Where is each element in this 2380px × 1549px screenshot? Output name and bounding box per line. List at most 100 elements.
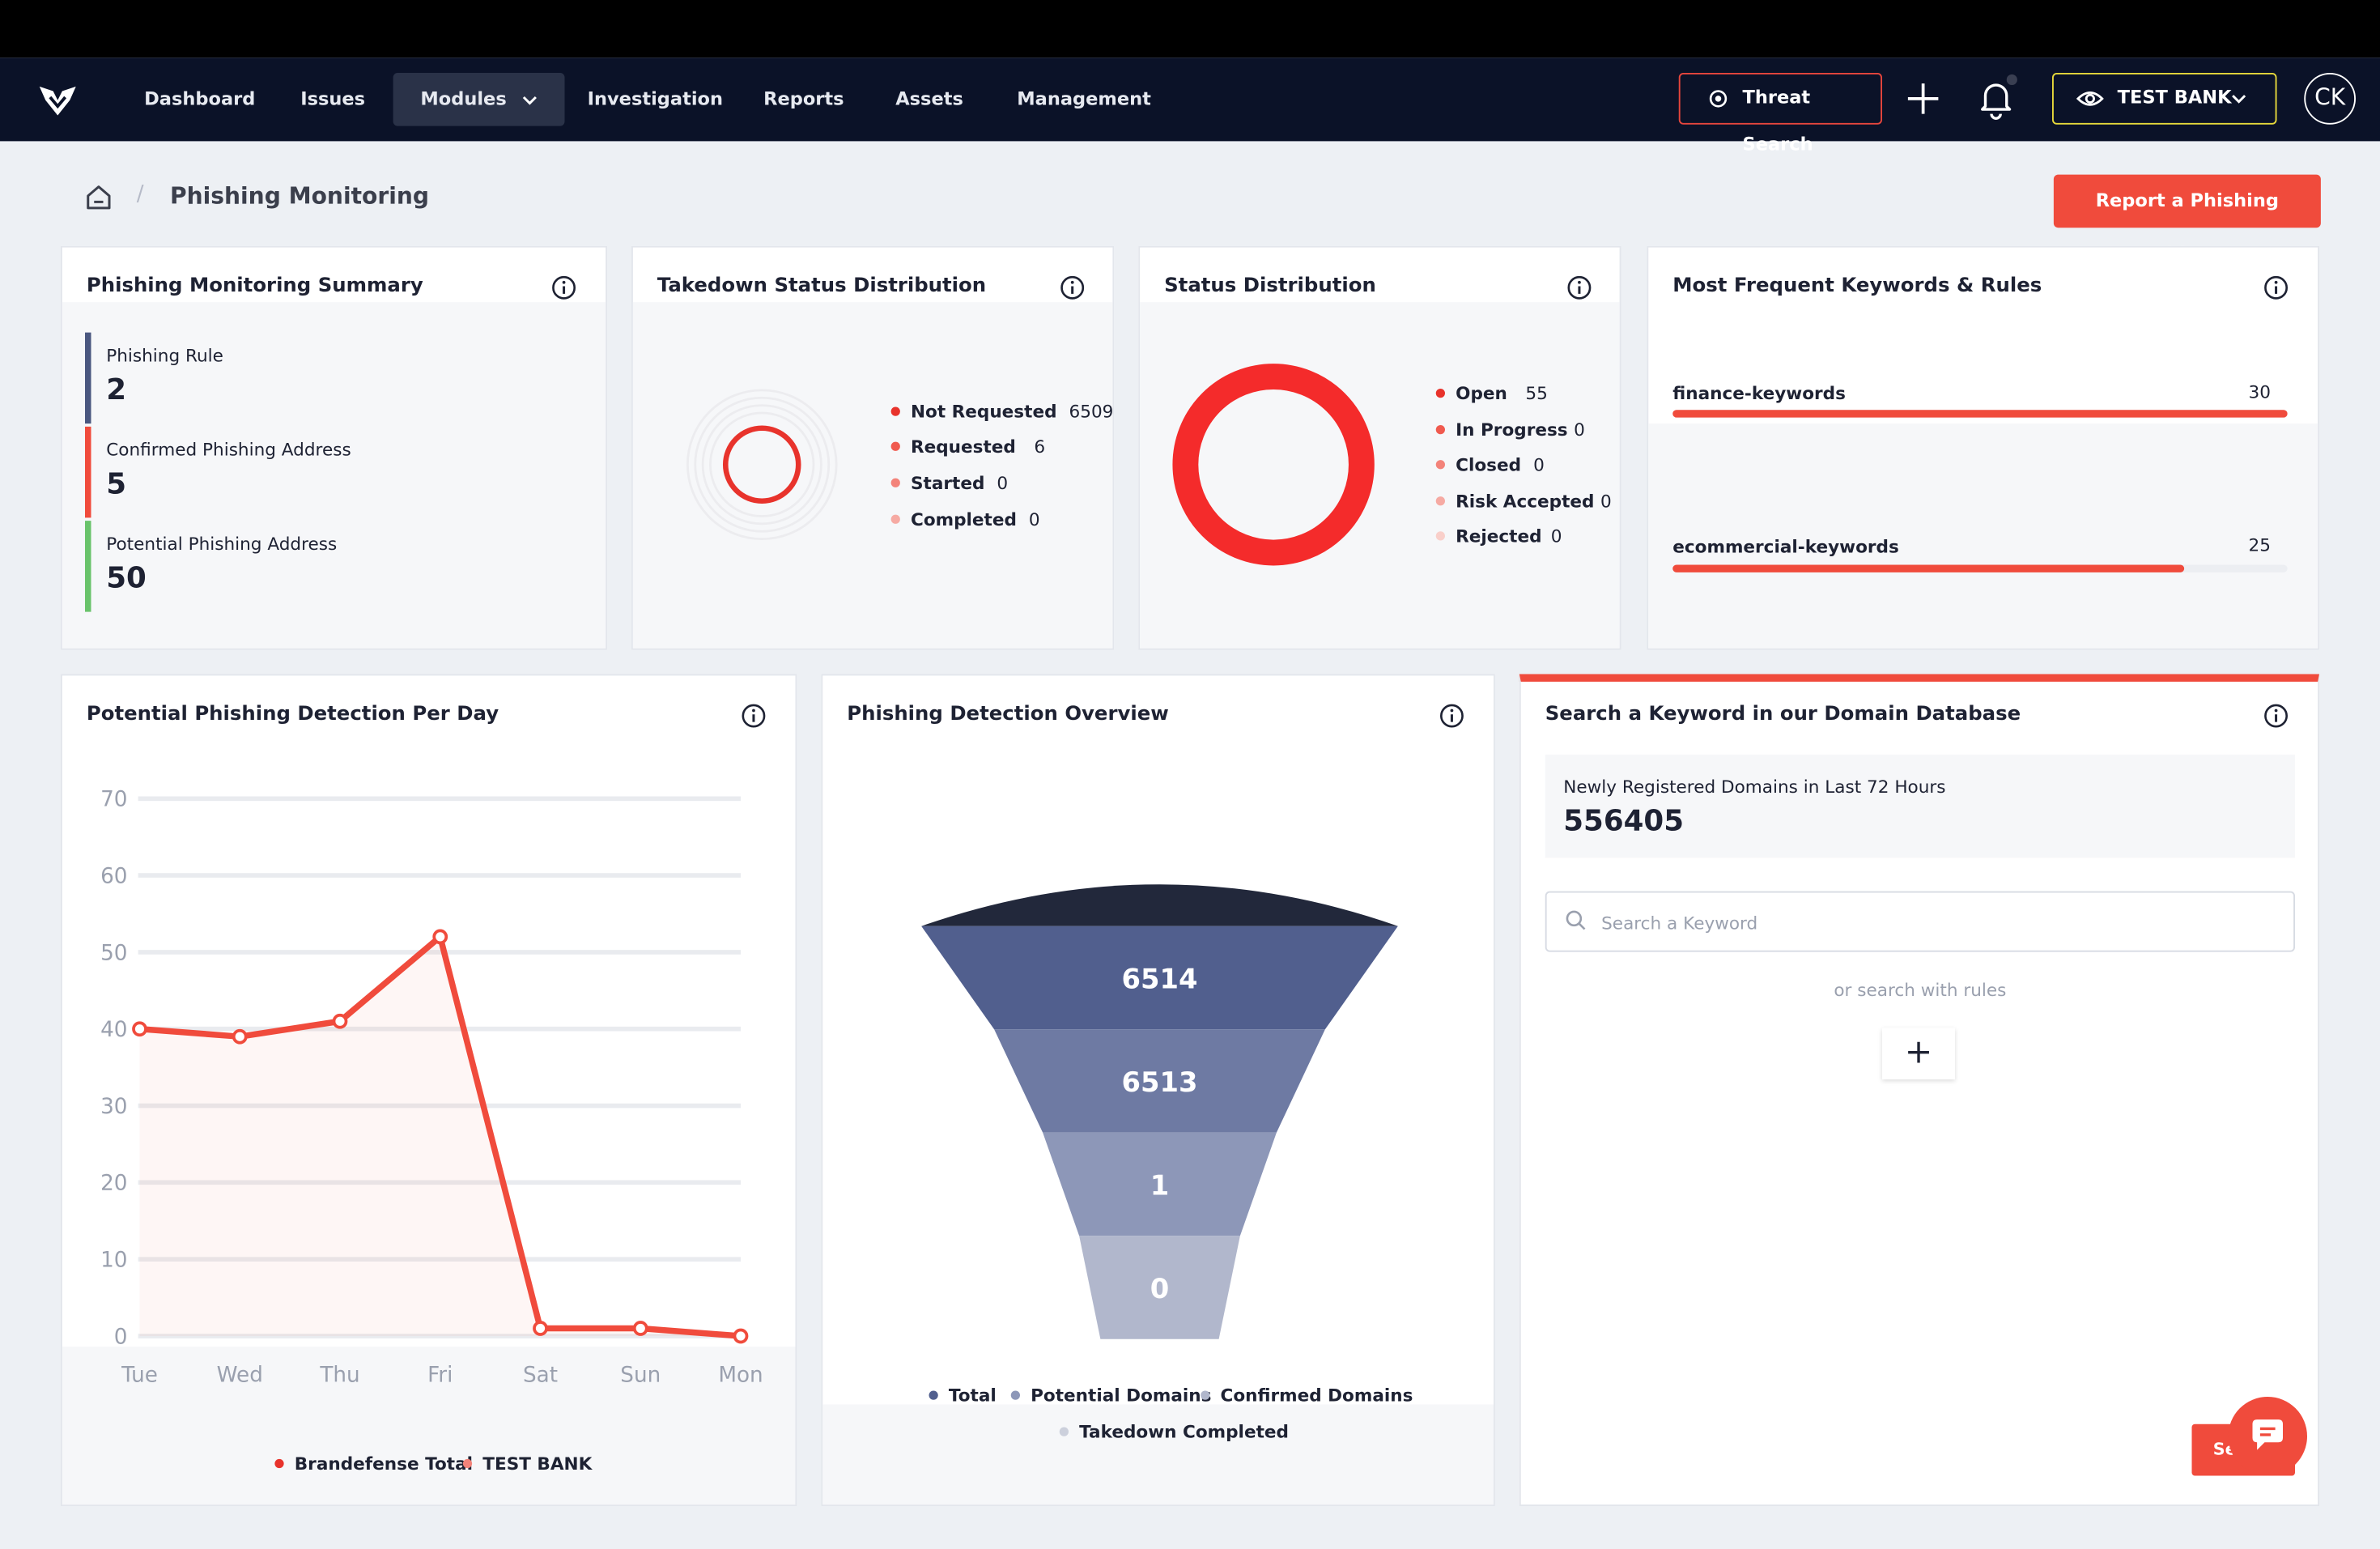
takedown-legend-completed: Completed 0	[890, 509, 1040, 530]
legend-dot	[1435, 496, 1445, 505]
summary-row-potential[interactable]: Potential Phishing Address 50	[85, 521, 586, 612]
data-point[interactable]	[632, 1321, 648, 1336]
keyword-count: 25	[2248, 534, 2271, 556]
nav-item-management[interactable]: Management	[1017, 73, 1151, 126]
summary-row-label: Phishing Rule	[106, 344, 223, 366]
info-icon[interactable]	[2263, 703, 2289, 729]
line-chart[interactable]: 0 10 20 30 40 50 60 70 Tue Wed Thu Fri Sat Sun Mon	[62, 675, 798, 1508]
keyword-search-input[interactable]	[1598, 906, 2272, 940]
nav-item-dashboard[interactable]: Dashboard	[144, 73, 255, 126]
info-icon[interactable]	[551, 274, 577, 300]
notification-dot	[2006, 74, 2017, 85]
legend-dot	[1435, 530, 1445, 540]
report-phishing-button[interactable]: Report a Phishing Address	[2053, 174, 2321, 264]
data-point[interactable]	[432, 929, 448, 945]
series-area	[139, 936, 741, 1336]
summary-card-title: Phishing Monitoring Summary	[86, 274, 423, 298]
info-icon[interactable]	[1566, 274, 1592, 300]
keyword-bar-fill[interactable]	[1672, 410, 2288, 418]
eye-icon	[2076, 91, 2104, 106]
organization-selector[interactable]: TEST BANK	[2052, 73, 2277, 125]
chat-bubble-icon	[2252, 1419, 2283, 1450]
funnel-chart[interactable]: 6514 6513 1 0	[822, 675, 1497, 1508]
data-point[interactable]	[533, 1321, 548, 1336]
overview-card: Phishing Detection Overview 6514 6513 1 …	[821, 674, 1497, 1508]
nav-item-modules[interactable]: Modules	[393, 73, 565, 126]
keyword-count: 30	[2248, 381, 2271, 402]
status-legend-rejected: Rejected 0	[1435, 526, 1562, 547]
status-legend-open: Open 55	[1435, 383, 1548, 404]
summary-card: Phishing Monitoring Summary Phishing Rul…	[61, 245, 607, 650]
nav-item-assets[interactable]: Assets	[895, 73, 963, 126]
keyword-bar-track	[1672, 564, 2288, 572]
breadcrumb-separator: /	[136, 182, 144, 206]
summary-row-confirmed[interactable]: Confirmed Phishing Address 5	[85, 426, 586, 518]
y-tick-label: 50	[100, 941, 127, 965]
funnel-legend-potential: Potential Domains	[1010, 1385, 1211, 1406]
funnel-legend-takedown: Takedown Completed	[1059, 1421, 1289, 1442]
takedown-legend-started: Started 0	[890, 472, 1008, 493]
line-legend-test-bank: TEST BANK	[462, 1453, 592, 1475]
status-legend-risk-accepted: Risk Accepted 0	[1435, 491, 1612, 512]
funnel-top-rim	[921, 884, 1398, 926]
legend-dot	[929, 1389, 938, 1399]
nav-item-reports[interactable]: Reports	[763, 73, 844, 126]
keywords-card: Most Frequent Keywords & Rules finance-k…	[1647, 245, 2319, 650]
funnel-value-label: 6514	[1122, 964, 1198, 995]
plus-icon[interactable]	[1903, 79, 1943, 119]
funnel-legend-confirmed: Confirmed Domains	[1201, 1385, 1413, 1406]
summary-row-phishing-rule[interactable]: Phishing Rule 2	[85, 332, 586, 424]
domain-stat-value: 556405	[1563, 804, 1684, 838]
y-tick-label: 30	[100, 1095, 127, 1119]
takedown-legend-not-requested: Not Requested 6509	[890, 401, 1113, 422]
y-tick-label: 0	[114, 1325, 128, 1349]
summary-row-label: Potential Phishing Address	[106, 533, 338, 555]
legend-dot	[890, 477, 900, 487]
info-icon[interactable]	[1060, 274, 1086, 300]
status-donut-chart[interactable]	[1171, 361, 1377, 568]
chat-fab[interactable]	[2228, 1397, 2307, 1476]
takedown-donut-chart[interactable]	[685, 387, 839, 542]
x-tick-label: Sat	[523, 1363, 558, 1387]
funnel-value-label: 1	[1150, 1170, 1169, 1202]
threat-search-button[interactable]: Threat Search	[1678, 73, 1882, 155]
takedown-card: Takedown Status Distribution Not Request…	[631, 245, 1115, 650]
or-search-with-rules-text: or search with rules	[1834, 979, 2007, 1001]
x-tick-label: Wed	[217, 1363, 263, 1387]
data-point[interactable]	[132, 1021, 147, 1037]
detection-per-day-card: Potential Phishing Detection Per Day 0 10…	[61, 674, 798, 1508]
keywords-card-title: Most Frequent Keywords & Rules	[1672, 274, 2042, 298]
domain-stat-box: Newly Registered Domains in Last 72 Hour…	[1545, 754, 2295, 858]
data-point[interactable]	[332, 1013, 348, 1029]
keyword-bar-fill[interactable]	[1672, 564, 2185, 572]
home-icon[interactable]	[83, 182, 114, 213]
takedown-legend-requested: Requested 6	[890, 436, 1045, 457]
top-navbar: Dashboard Issues Modules Investigation R…	[0, 57, 2380, 155]
x-tick-label: Thu	[319, 1363, 359, 1387]
data-point[interactable]	[733, 1328, 749, 1344]
legend-dot	[1201, 1389, 1210, 1399]
legend-dot	[890, 513, 900, 523]
domain-search-card: Search a Keyword in our Domain Database …	[1519, 674, 2319, 1506]
x-tick-label: Sun	[620, 1363, 661, 1387]
summary-row-value: 5	[106, 467, 127, 501]
data-point[interactable]	[232, 1028, 248, 1045]
funnel-legend-total: Total	[929, 1385, 997, 1406]
keyword-search-box[interactable]	[1545, 891, 2295, 952]
nav-item-issues[interactable]: Issues	[300, 73, 365, 126]
add-rule-button[interactable]: +	[1882, 1028, 1955, 1080]
brand-logo-icon[interactable]	[36, 82, 79, 118]
domain-search-title: Search a Keyword in our Domain Database	[1545, 703, 2021, 726]
summary-row-value: 2	[106, 373, 127, 407]
legend-dot	[1435, 459, 1445, 469]
nav-item-investigation[interactable]: Investigation	[588, 73, 723, 126]
threat-search-icon	[1709, 90, 1728, 108]
threat-search-label: Threat Search	[1742, 86, 1813, 155]
legend-dot	[1010, 1389, 1020, 1399]
avatar[interactable]: CK	[2304, 73, 2356, 125]
nav-item-modules-label: Modules	[420, 87, 507, 109]
x-tick-label: Fri	[427, 1363, 453, 1387]
info-icon[interactable]	[2263, 274, 2289, 300]
keyword-label: ecommercial-keywords	[1672, 535, 1899, 558]
status-card-title: Status Distribution	[1164, 274, 1376, 298]
